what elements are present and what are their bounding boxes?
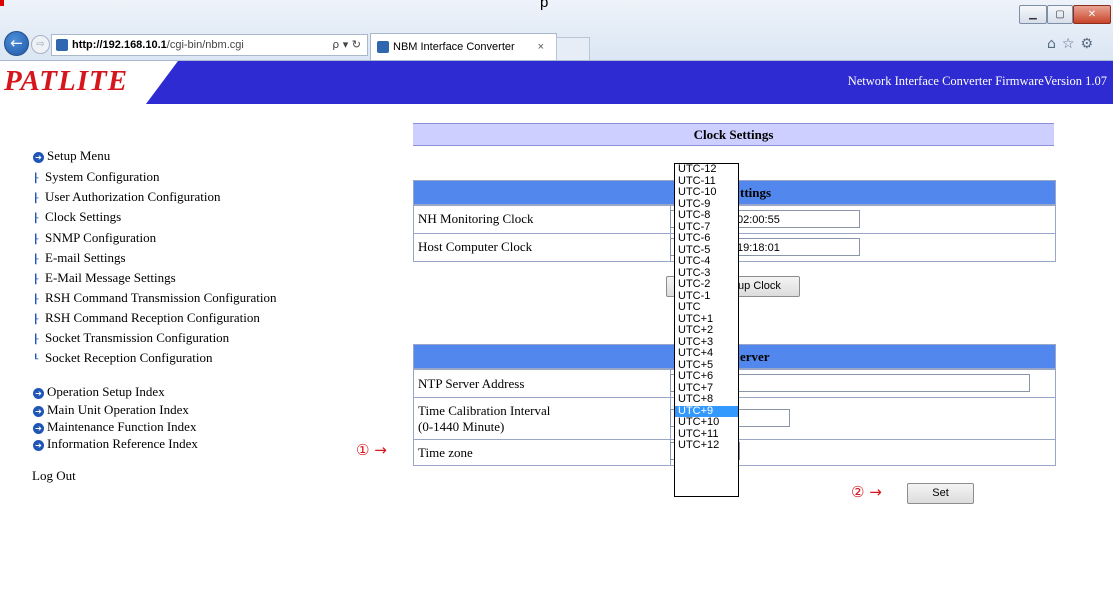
page-title: Clock Settings	[413, 123, 1054, 146]
set-button[interactable]: Set	[907, 483, 974, 504]
browser-tab[interactable]: NBM Interface Converter ×	[370, 33, 557, 60]
ntp-server-address-label: NTP Server Address	[418, 376, 525, 391]
sidebar-item-label: E-Mail Message Settings	[45, 270, 176, 285]
host-computer-clock-label: Host Computer Clock	[418, 239, 533, 254]
tree-branch-icon: ┠	[33, 174, 39, 184]
new-tab-button[interactable]	[556, 37, 590, 60]
maximize-button[interactable]: ▢	[1047, 5, 1073, 24]
home-favorites-settings-icons[interactable]: ⌂☆⚙	[1047, 36, 1099, 52]
minimize-button[interactable]: ▁	[1019, 5, 1047, 24]
time-zone-option[interactable]: UTC+10	[675, 416, 738, 429]
time-zone-option[interactable]: UTC-4	[675, 255, 738, 268]
index-label: Information Reference Index	[47, 436, 198, 451]
index-label: Main Unit Operation Index	[47, 402, 189, 417]
maintenance-function-index-link[interactable]: ➔ Maintenance Function Index	[33, 419, 196, 435]
tree-branch-icon: ┠	[33, 235, 39, 245]
time-zone-option[interactable]: UTC+12	[675, 439, 738, 452]
annotation-step-1: ① →	[356, 441, 387, 459]
sidebar-item-label: Socket Reception Configuration	[45, 350, 213, 365]
time-zone-option[interactable]: UTC-10	[675, 186, 738, 199]
sidebar-item-label: E-mail Settings	[45, 250, 126, 265]
site-icon	[56, 39, 68, 51]
sidebar-item-label: System Configuration	[45, 169, 160, 184]
window-icon	[0, 0, 4, 6]
annotation-step-2: ② →	[851, 483, 882, 501]
sidebar-item-system-configuration[interactable]: ┠ System Configuration	[33, 169, 159, 185]
address-bar[interactable]: http://192.168.10.1/cgi-bin/nbm.cgi ρ ▾ …	[51, 34, 368, 56]
url-path: /cgi-bin/nbm.cgi	[166, 39, 244, 51]
ntp-table-header-text: erver	[740, 349, 770, 364]
setup-menu-label: Setup Menu	[47, 148, 111, 163]
back-button[interactable]: ←	[4, 31, 29, 56]
tree-branch-icon: ┠	[33, 255, 39, 265]
time-zone-dropdown-list[interactable]: UTC-12 UTC-11 UTC-10 UTC-9 UTC-8 UTC-7 UTC-6 UT…	[674, 163, 739, 497]
sidebar-item-user-authorization[interactable]: ┠ User Authorization Configuration	[33, 189, 220, 205]
tree-branch-icon: ┠	[33, 315, 39, 325]
forward-button[interactable]: ⇨	[31, 35, 50, 54]
time-zone-option[interactable]: UTC-12	[675, 163, 738, 176]
time-zone-option[interactable]: UTC+4	[675, 347, 738, 360]
sidebar-item-email-settings[interactable]: ┠ E-mail Settings	[33, 250, 126, 266]
main-unit-operation-index-link[interactable]: ➔ Main Unit Operation Index	[33, 402, 189, 418]
information-reference-index-link[interactable]: ➔ Information Reference Index	[33, 436, 198, 452]
time-zone-option[interactable]: UTC+8	[675, 393, 738, 406]
firmware-info: Network Interface Converter FirmwareVers…	[847, 74, 1107, 88]
tree-branch-icon: ┖	[33, 355, 39, 365]
sidebar-item-label: Socket Transmission Configuration	[45, 330, 230, 345]
time-calibration-interval-label: Time Calibration Interval	[418, 403, 551, 418]
logo-area: PATLITE	[0, 61, 178, 104]
sidebar-item-label: User Authorization Configuration	[45, 189, 221, 204]
page-header: PATLITE Network Interface Converter Firm…	[0, 61, 1113, 104]
index-label: Operation Setup Index	[47, 384, 165, 399]
time-zone-option[interactable]: UTC+6	[675, 370, 738, 383]
tree-branch-icon: ┠	[33, 295, 39, 305]
sidebar-item-socket-reception[interactable]: ┖ Socket Reception Configuration	[33, 350, 213, 366]
arrow-circle-icon: ➔	[33, 423, 44, 434]
sidebar-item-rsh-reception[interactable]: ┠ RSH Command Reception Configuration	[33, 310, 260, 326]
tree-branch-icon: ┠	[33, 214, 39, 224]
tab-site-icon	[377, 41, 389, 53]
address-url: http://192.168.10.1/cgi-bin/nbm.cgi	[72, 35, 244, 55]
setup-menu-link[interactable]: ➔ Setup Menu	[33, 148, 110, 164]
operation-setup-index-link[interactable]: ➔ Operation Setup Index	[33, 384, 165, 400]
browser-chrome: p ▁ ▢ ✕ ← ⇨ http://192.168.10.1/cgi-bin/…	[0, 0, 1113, 61]
sidebar-item-email-message[interactable]: ┠ E-Mail Message Settings	[33, 270, 176, 286]
time-zone-option[interactable]: UTC	[675, 301, 738, 314]
time-calibration-range-label: (0-1440 Minute)	[418, 419, 505, 434]
window-title: p	[540, 0, 549, 11]
arrow-circle-icon: ➔	[33, 152, 44, 163]
arrow-circle-icon: ➔	[33, 440, 44, 451]
close-window-button[interactable]: ✕	[1073, 5, 1111, 24]
sidebar-item-snmp[interactable]: ┠ SNMP Configuration	[33, 230, 156, 246]
arrow-circle-icon: ➔	[33, 406, 44, 417]
time-zone-option[interactable]: UTC+2	[675, 324, 738, 337]
tab-close-icon[interactable]: ×	[538, 34, 544, 60]
logout-link[interactable]: Log Out	[32, 468, 76, 484]
sidebar-item-label: Clock Settings	[45, 209, 122, 224]
sidebar-item-clock-settings[interactable]: ┠ Clock Settings	[33, 209, 121, 225]
arrow-circle-icon: ➔	[33, 388, 44, 399]
sidebar-item-rsh-transmission[interactable]: ┠ RSH Command Transmission Configuration	[33, 290, 277, 306]
clock-table-header-text: ttings	[740, 185, 772, 200]
time-zone-option[interactable]: UTC-8	[675, 209, 738, 222]
sidebar-item-socket-transmission[interactable]: ┠ Socket Transmission Configuration	[33, 330, 229, 346]
sidebar-item-label: RSH Command Transmission Configuration	[45, 290, 277, 305]
time-zone-option[interactable]: UTC-2	[675, 278, 738, 291]
search-refresh-icons[interactable]: ρ ▾ ↻	[332, 35, 361, 55]
nh-monitoring-clock-label: NH Monitoring Clock	[418, 211, 534, 226]
sidebar-item-label: RSH Command Reception Configuration	[45, 310, 260, 325]
time-zone-label: Time zone	[418, 445, 473, 460]
tree-branch-icon: ┠	[33, 275, 39, 285]
sidebar-item-label: SNMP Configuration	[45, 230, 157, 245]
time-zone-option[interactable]: UTC-6	[675, 232, 738, 245]
tree-branch-icon: ┠	[33, 335, 39, 345]
index-label: Maintenance Function Index	[47, 419, 197, 434]
patlite-logo: PATLITE	[4, 65, 129, 97]
tree-branch-icon: ┠	[33, 194, 39, 204]
tab-title: NBM Interface Converter	[393, 41, 515, 53]
url-host: http://192.168.10.1	[72, 39, 167, 51]
